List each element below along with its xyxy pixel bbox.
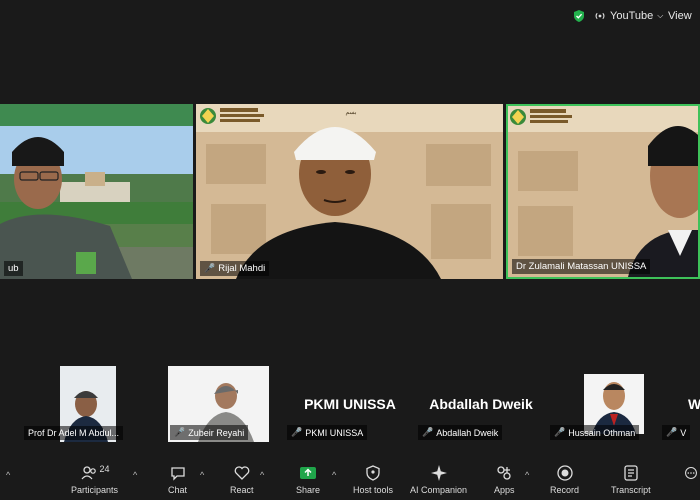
mic-muted-icon: 🎤 — [666, 427, 678, 437]
mic-muted-icon: 🎤 — [291, 427, 303, 437]
participant-name: V — [680, 427, 687, 438]
thumbnail-participant-5[interactable]: 🎤 Hussain Othman — [548, 366, 658, 442]
video-tile-participant-2[interactable]: ﺑﺴﻢ 🎤 Rijal Mahdi — [196, 104, 503, 279]
live-stream-label: YouTube — [610, 10, 654, 22]
participant-name-tag: Prof Dr Adel M Abdul... — [24, 426, 124, 440]
chevron-up-icon[interactable]: ^ — [525, 470, 529, 480]
video-tile-participant-1[interactable]: ub — [0, 104, 193, 279]
participants-label: Participants — [71, 485, 119, 495]
apps-button[interactable]: Apps — [494, 464, 515, 495]
chevron-up-icon[interactable]: ^ — [260, 470, 264, 480]
participant-name: Dr Zulamali Matassan UNISSA — [516, 261, 647, 272]
thumbnail-participant-3[interactable]: PKMI UNISSA 🎤 PKMI UNISSA — [285, 366, 415, 442]
meeting-controls-toolbar: ^ 24 Participants ^ Chat ^ React ^ Share… — [0, 458, 700, 500]
share-label: Share — [296, 485, 321, 495]
participant-name-tag: 🎤 PKMI UNISSA — [287, 425, 368, 440]
participant-name: Zubeir Reyahi — [188, 427, 245, 438]
participant-name: Rijal Mahdi — [218, 263, 266, 274]
transcript-icon — [624, 465, 638, 481]
chevron-up-icon[interactable]: ^ — [133, 470, 137, 480]
apps-label: Apps — [494, 485, 515, 495]
svg-text:ﺑﺴﻢ: ﺑﺴﻢ — [345, 109, 356, 116]
participant-name-tag: 🎤 Rijal Mahdi — [200, 261, 270, 276]
participant-name: Hussain Othman — [568, 427, 636, 438]
broadcast-icon — [595, 12, 605, 20]
chevron-down-icon: ⌵ — [657, 11, 664, 20]
participant-name-tag: 🎤 Abdallah Dweik — [418, 425, 503, 440]
participant-video-feed: ﺑﺴﻢ — [196, 104, 503, 279]
sparkle-icon — [430, 465, 447, 481]
shield-icon — [366, 465, 380, 481]
heart-icon — [234, 466, 250, 480]
participant-name-tag: 🎤 Zubeir Reyahi — [170, 425, 249, 440]
share-screen-icon — [300, 467, 317, 479]
chat-icon — [170, 467, 185, 481]
chevron-up-icon[interactable]: ^ — [6, 470, 10, 480]
chat-label: Chat — [168, 485, 188, 495]
react-label: React — [230, 485, 254, 495]
mic-muted-icon: 🎤 — [174, 427, 186, 437]
record-icon — [556, 465, 573, 481]
video-tile-active-speaker[interactable]: Dr Zulamali Matassan UNISSA — [506, 104, 700, 279]
participant-video-feed — [0, 104, 193, 279]
participant-name: Abdallah Dweik — [436, 427, 499, 438]
participant-avatar-name: PKMI UNISSA — [304, 396, 396, 412]
participants-count: 24 — [99, 464, 110, 474]
participant-name-tag: Dr Zulamali Matassan UNISSA — [512, 259, 651, 274]
host-tools-label: Host tools — [353, 485, 394, 495]
host-tools-button[interactable]: Host tools — [353, 464, 393, 495]
participants-button[interactable]: 24 Participants — [71, 464, 118, 495]
chevron-up-icon[interactable]: ^ — [332, 470, 336, 480]
participant-name: Prof Dr Adel M Abdul... — [28, 428, 120, 438]
participant-name: ub — [8, 263, 19, 274]
apps-icon — [497, 466, 511, 480]
participant-name-tag: ub — [4, 261, 23, 276]
mic-muted-icon: 🎤 — [422, 427, 434, 437]
mic-muted-icon: 🎤 — [554, 427, 566, 437]
more-icon — [685, 467, 697, 479]
share-button[interactable]: Share — [296, 464, 320, 495]
live-stream-indicator[interactable]: YouTube ⌵ — [594, 10, 663, 22]
record-button[interactable]: Record — [550, 464, 579, 495]
transcript-label: Transcript — [611, 485, 651, 495]
participant-name-tag: 🎤 Hussain Othman — [550, 425, 640, 440]
meeting-top-bar: YouTube ⌵ View — [0, 0, 700, 32]
transcript-button[interactable]: Transcript — [611, 464, 651, 495]
participant-name: PKMI UNISSA — [305, 427, 364, 438]
participant-avatar-name: Abdallah Dweik — [429, 396, 533, 412]
ai-companion-button[interactable]: AI Companion — [410, 464, 467, 495]
thumbnail-participant-4[interactable]: Abdallah Dweik 🎤 Abdallah Dweik — [416, 366, 546, 442]
record-label: Record — [550, 485, 580, 495]
thumbnail-participant-1[interactable]: Prof Dr Adel M Abdul... — [0, 366, 130, 442]
more-button[interactable] — [684, 464, 698, 485]
participant-name-tag: 🎤 V — [662, 425, 691, 440]
view-label: View — [668, 10, 692, 22]
thumbnail-participant-2[interactable]: 🎤 Zubeir Reyahi — [168, 366, 269, 442]
ai-companion-label: AI Companion — [410, 485, 468, 495]
participant-avatar-name: W — [688, 396, 700, 412]
chat-button[interactable]: Chat — [168, 464, 187, 495]
thumbnail-participant-6[interactable]: W 🎤 V — [660, 366, 700, 442]
mic-muted-icon: 🎤 — [204, 263, 216, 273]
participants-icon — [81, 466, 96, 480]
participant-video-feed — [508, 106, 698, 277]
view-button[interactable]: View — [668, 10, 692, 22]
chevron-up-icon[interactable]: ^ — [200, 470, 204, 480]
shield-check-icon — [574, 10, 584, 22]
react-button[interactable]: React — [230, 464, 254, 495]
